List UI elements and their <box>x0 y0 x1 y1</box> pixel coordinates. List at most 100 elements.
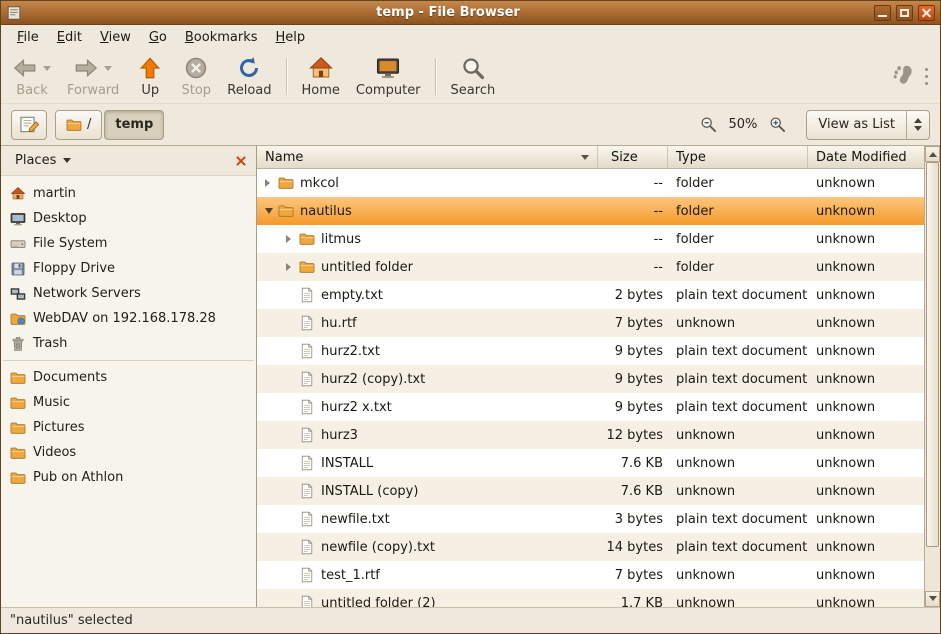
menu-bookmarks[interactable]: Bookmarks <box>176 27 267 48</box>
file-size: 12 bytes <box>598 428 668 443</box>
file-row-newfile-txt[interactable]: newfile.txt3 bytesplain text documentunk… <box>257 505 924 533</box>
sidebar-item-trash[interactable]: Trash <box>1 331 256 356</box>
zoom-in-button[interactable] <box>764 112 790 138</box>
file-icon <box>299 399 315 415</box>
file-row-test-1-rtf[interactable]: test_1.rtf7 bytesunknownunknown <box>257 561 924 589</box>
vertical-scrollbar[interactable] <box>924 146 940 607</box>
sidebar-item-documents[interactable]: Documents <box>1 365 256 390</box>
toolbar-search-button[interactable]: Search <box>443 53 504 100</box>
scroll-down-button[interactable] <box>925 591 940 607</box>
view-selector[interactable]: View as List <box>806 110 930 140</box>
toolbar-stop-button[interactable]: Stop <box>173 53 219 100</box>
file-row-hu-rtf[interactable]: hu.rtf7 bytesunknownunknown <box>257 309 924 337</box>
toggle-location-entry-button[interactable] <box>11 110 47 140</box>
expander-collapsed-icon[interactable] <box>284 235 296 243</box>
folder-icon <box>299 231 315 247</box>
path-temp-label: temp <box>115 117 153 132</box>
column-header-date-modified[interactable]: Date Modified <box>808 146 924 169</box>
menu-go[interactable]: Go <box>140 27 176 48</box>
menu-file[interactable]: File <box>8 27 48 48</box>
column-header-size[interactable]: Size <box>598 146 668 169</box>
expander-collapsed-icon[interactable] <box>284 263 296 271</box>
sidebar-item-pictures[interactable]: Pictures <box>1 415 256 440</box>
file-row-hurz3[interactable]: hurz312 bytesunknownunknown <box>257 421 924 449</box>
sidebar-item-pub-on-athlon[interactable]: Pub on Athlon <box>1 465 256 490</box>
toolbar-home-button[interactable]: Home <box>294 53 348 100</box>
edit-location-icon <box>19 114 40 135</box>
menubar: FileEditViewGoBookmarksHelp <box>1 25 940 50</box>
titlebar[interactable]: temp - File Browser <box>1 1 940 25</box>
gnome-logo-icon <box>891 64 915 88</box>
file-row-mkcol[interactable]: mkcol--folderunknown <box>257 169 924 197</box>
menu-edit[interactable]: Edit <box>48 27 91 48</box>
file-icon <box>299 371 315 387</box>
zoom-out-button[interactable] <box>696 112 722 138</box>
toolbar-forward-dropdown-icon[interactable] <box>104 66 112 75</box>
file-row-nautilus[interactable]: nautilus--folderunknown <box>257 197 924 225</box>
file-row-litmus[interactable]: litmus--folderunknown <box>257 225 924 253</box>
file-row-hurz2-copy-txt[interactable]: hurz2 (copy).txt9 bytesplain text docume… <box>257 365 924 393</box>
toolbar-back-dropdown-icon[interactable] <box>43 66 51 75</box>
folder-icon <box>10 370 26 386</box>
up-icon <box>138 56 162 80</box>
toolbar-grip[interactable] <box>925 66 928 87</box>
path-temp-button[interactable]: temp <box>104 110 164 140</box>
toolbar-reload-button[interactable]: Reload <box>219 53 279 100</box>
place-label: Floppy Drive <box>33 261 115 276</box>
sidebar-item-webdav-on-192-168-178-28[interactable]: WebDAV on 192.168.178.28 <box>1 306 256 331</box>
sidebar-item-videos[interactable]: Videos <box>1 440 256 465</box>
file-row-hurz2-x-txt[interactable]: hurz2 x.txt9 bytesplain text documentunk… <box>257 393 924 421</box>
file-icon <box>299 427 315 443</box>
path-root-button[interactable]: / <box>55 110 102 140</box>
file-name: untitled folder <box>321 260 413 275</box>
view-selector-label: View as List <box>807 117 906 132</box>
file-size: -- <box>598 176 668 191</box>
toolbar-computer-button[interactable]: Computer <box>348 53 429 100</box>
file-size: 7 bytes <box>598 316 668 331</box>
toolbar-back-button[interactable]: Back <box>5 53 59 100</box>
places-list: martin Desktop File System Floppy Drive Netw… <box>1 176 256 607</box>
maximize-button[interactable] <box>896 5 913 21</box>
scrollbar-thumb[interactable] <box>926 162 939 547</box>
sidebar-item-network-servers[interactable]: Network Servers <box>1 281 256 306</box>
file-row-empty-txt[interactable]: empty.txt2 bytesplain text documentunkno… <box>257 281 924 309</box>
file-row-untitled-folder[interactable]: untitled folder--folderunknown <box>257 253 924 281</box>
sidebar-item-martin[interactable]: martin <box>1 181 256 206</box>
menu-help[interactable]: Help <box>267 27 315 48</box>
place-label: Pub on Athlon <box>33 470 123 485</box>
file-row-install-copy[interactable]: INSTALL (copy)7.6 KBunknownunknown <box>257 477 924 505</box>
forward-icon <box>74 56 98 80</box>
file-name: hurz3 <box>321 428 358 443</box>
toolbar-up-button[interactable]: Up <box>127 53 173 100</box>
close-sidebar-button[interactable] <box>232 152 250 170</box>
sidebar-item-music[interactable]: Music <box>1 390 256 415</box>
scroll-up-button[interactable] <box>925 146 940 162</box>
file-row-untitled-folder-2[interactable]: untitled folder (2)1.7 KBunknownunknown <box>257 589 924 607</box>
place-label: Desktop <box>33 211 87 226</box>
sidebar-item-floppy-drive[interactable]: Floppy Drive <box>1 256 256 281</box>
file-icon <box>299 539 315 555</box>
file-row-newfile-copy-txt[interactable]: newfile (copy).txt14 bytesplain text doc… <box>257 533 924 561</box>
file-type: folder <box>668 176 808 191</box>
file-type: plain text document <box>668 372 808 387</box>
toolbar-forward-button[interactable]: Forward <box>59 53 127 100</box>
column-header-type[interactable]: Type <box>668 146 808 169</box>
sidebar-item-file-system[interactable]: File System <box>1 231 256 256</box>
file-name: INSTALL (copy) <box>321 484 418 499</box>
close-button[interactable] <box>918 5 935 21</box>
menu-view[interactable]: View <box>91 27 140 48</box>
floppy-icon <box>10 261 26 277</box>
file-row-hurz2-txt[interactable]: hurz2.txt9 bytesplain text documentunkno… <box>257 337 924 365</box>
place-label: Videos <box>33 445 76 460</box>
expander-collapsed-icon[interactable] <box>263 179 275 187</box>
places-selector[interactable]: Places <box>7 150 79 171</box>
folder-icon <box>10 445 26 461</box>
file-modified: unknown <box>808 204 924 219</box>
minimize-button[interactable] <box>874 5 891 21</box>
expander-expanded-icon[interactable] <box>263 205 275 218</box>
sidebar-item-desktop[interactable]: Desktop <box>1 206 256 231</box>
column-header-name[interactable]: Name <box>257 146 598 169</box>
toolbar-reload-label: Reload <box>227 83 271 98</box>
file-row-install[interactable]: INSTALL7.6 KBunknownunknown <box>257 449 924 477</box>
search-icon <box>461 56 485 80</box>
